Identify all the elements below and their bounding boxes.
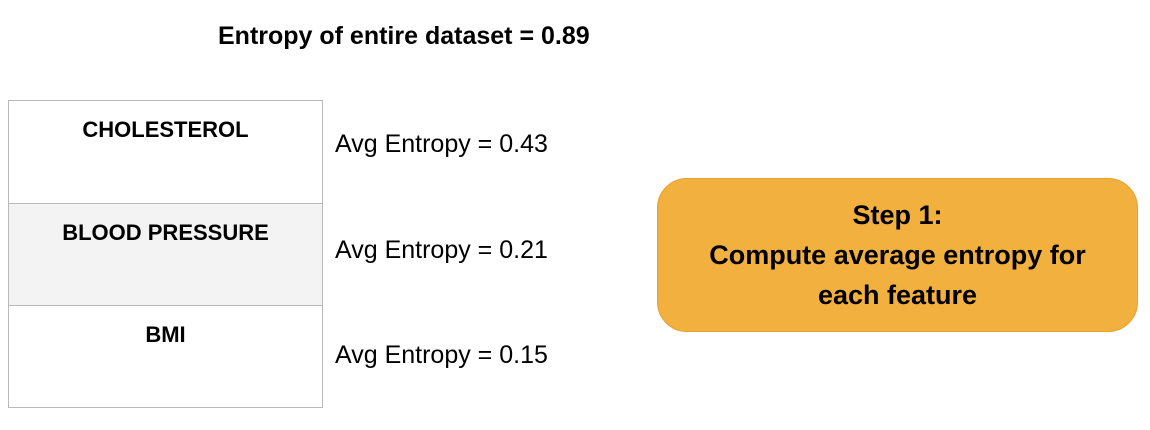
feature-cell-bmi: BMI: [9, 305, 322, 407]
avg-entropy-blood-pressure: Avg Entropy = 0.21: [335, 236, 548, 264]
feature-label: CHOLESTEROL: [82, 117, 249, 142]
feature-label: BLOOD PRESSURE: [62, 220, 269, 245]
feature-cell-cholesterol: CHOLESTEROL: [9, 101, 322, 203]
feature-label: BMI: [145, 322, 186, 347]
feature-table: CHOLESTEROL BLOOD PRESSURE BMI: [8, 100, 323, 408]
avg-entropy-bmi: Avg Entropy = 0.15: [335, 341, 548, 369]
callout-description-line-2: each feature: [817, 280, 978, 310]
avg-entropy-cholesterol: Avg Entropy = 0.43: [335, 130, 548, 158]
callout-step-label: Step 1:: [852, 200, 943, 230]
dataset-entropy-title: Entropy of entire dataset = 0.89: [218, 22, 590, 50]
step-callout: Step 1: Compute average entropy for each…: [657, 178, 1138, 332]
feature-cell-blood-pressure: BLOOD PRESSURE: [9, 203, 322, 305]
callout-description-line-1: Compute average entropy for: [709, 240, 1086, 270]
